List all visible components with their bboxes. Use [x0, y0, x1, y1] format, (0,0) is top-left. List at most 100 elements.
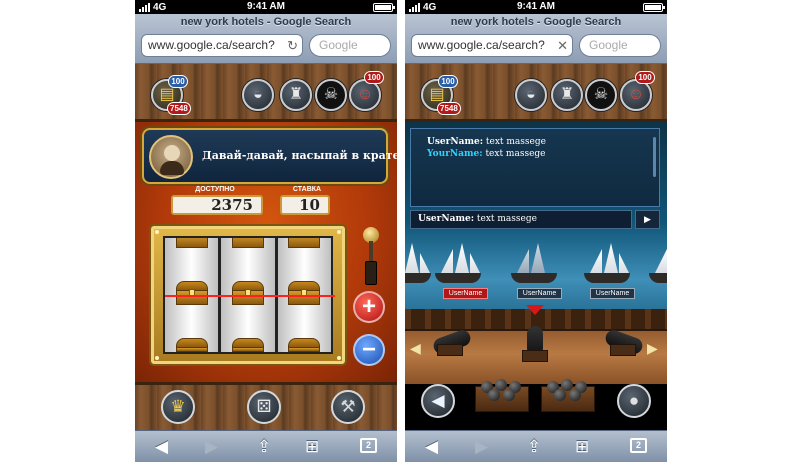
- reload-icon[interactable]: ✕: [557, 35, 568, 56]
- top-hud: ▤ 100 7548 ◒ ♜ ☠ ☺ 100: [135, 64, 397, 122]
- forward-icon[interactable]: ▶: [205, 437, 218, 457]
- tabs-icon[interactable]: 2: [360, 438, 377, 453]
- dialog-text: Давай-давай, насыпай в кратер!: [202, 149, 397, 162]
- page-title: new york hotels - Google Search: [180, 16, 352, 28]
- search-field[interactable]: Google: [579, 34, 661, 57]
- ship-owner-label[interactable]: UserName: [590, 288, 635, 299]
- chat-input-name: UserName:: [418, 214, 475, 224]
- back-arrow-icon[interactable]: ◀: [421, 384, 455, 418]
- game-area: ▤ 100 7548 ◒ ♜ ☠ ☺ 100 Давай-давай, насы…: [135, 64, 397, 430]
- chat-user-name: YourName:: [427, 149, 483, 159]
- clock: 9:41 AM: [517, 1, 555, 12]
- chest-icon: [288, 238, 321, 248]
- chest-icon: [175, 238, 208, 248]
- chest-icon: [175, 281, 208, 305]
- phone-slot-screen: 4G 9:41 AM new york hotels - Google Sear…: [135, 0, 397, 462]
- bookmarks-icon[interactable]: ⊞: [575, 437, 589, 457]
- scroll-right-icon[interactable]: ▶: [647, 340, 658, 357]
- send-button[interactable]: ▶: [635, 210, 660, 229]
- top-hud: ▤ 100 7548 ◒ ♜ ☠ ☺ 100: [405, 64, 667, 122]
- increase-bet-button[interactable]: +: [353, 291, 385, 323]
- available-label: ДОСТУПНО: [195, 186, 235, 193]
- url-field[interactable]: www.google.ca/search? ↻: [141, 34, 303, 57]
- bookmarks-icon[interactable]: ⊞: [305, 437, 319, 457]
- ship-icon[interactable]: [578, 239, 636, 289]
- gold-count-badge: 100: [168, 75, 188, 88]
- available-value: 2375: [171, 195, 263, 215]
- tower-icon[interactable]: ♜: [280, 79, 312, 111]
- safari-toolbar: ◀ ▶ ⇪ ⊞ 2: [405, 430, 667, 462]
- chest-icon: [231, 281, 264, 305]
- chat-scrollbar[interactable]: [653, 137, 656, 177]
- captain-badge: 100: [635, 71, 655, 84]
- npc-dialog: Давай-давай, насыпай в кратер!: [142, 128, 397, 184]
- chat-input[interactable]: UserName: text massege: [410, 210, 632, 229]
- ship-icon[interactable]: [429, 239, 487, 289]
- chest-icon: [231, 338, 264, 352]
- page-title: new york hotels - Google Search: [450, 16, 622, 28]
- safari-toolbar: ◀ ▶ ⇪ ⊞ 2: [135, 430, 397, 462]
- tabs-icon[interactable]: 2: [630, 438, 647, 453]
- jolly-roger-icon[interactable]: ☠: [585, 79, 617, 111]
- decrease-bet-button[interactable]: −: [353, 334, 385, 366]
- coin-count-badge: 7548: [167, 102, 191, 115]
- game-area: ▤ 100 7548 ◒ ♜ ☠ ☺ 100 UserName: text ma…: [405, 64, 667, 430]
- battery-icon: [643, 3, 665, 12]
- bottom-hud: ♛ ⚄ ⚒: [135, 382, 397, 430]
- back-icon[interactable]: ◀: [155, 437, 168, 457]
- cannonballs-icon[interactable]: ●: [617, 384, 651, 418]
- status-bar: 4G 9:41 AM: [135, 0, 397, 14]
- slot-machine: [149, 224, 347, 366]
- reload-icon[interactable]: ↻: [287, 35, 298, 56]
- cannon-carriage: [522, 350, 548, 362]
- npc-portrait: [149, 135, 193, 179]
- ship-owner-label[interactable]: UserName: [443, 288, 488, 299]
- status-bar: 4G 9:41 AM: [405, 0, 667, 14]
- gold-count-badge: 100: [438, 75, 458, 88]
- coin-count-badge: 7548: [437, 102, 461, 115]
- cannonball-crate[interactable]: [541, 379, 595, 412]
- helmet-icon[interactable]: ◒: [242, 79, 274, 111]
- clock: 9:41 AM: [247, 1, 285, 12]
- chat-message: YourName: text massege: [427, 149, 545, 159]
- share-icon[interactable]: ⇪: [527, 437, 541, 457]
- slot-lever[interactable]: [360, 227, 382, 287]
- dice-icon[interactable]: ⚄: [247, 390, 281, 424]
- url-text: www.google.ca/search?: [418, 38, 545, 52]
- tower-icon[interactable]: ♜: [551, 79, 583, 111]
- cannon-carriage: [437, 344, 463, 356]
- chat-input-text: text massege: [476, 214, 537, 224]
- captain-badge: 100: [364, 71, 384, 84]
- forward-icon[interactable]: ▶: [475, 437, 488, 457]
- chat-log[interactable]: UserName: text massege YourName: text ma…: [410, 128, 660, 207]
- cannonball-crate[interactable]: [475, 379, 529, 412]
- phone-chat-screen: 4G 9:41 AM new york hotels - Google Sear…: [405, 0, 667, 462]
- chat-user-name: UserName:: [427, 137, 484, 147]
- browser-bar: new york hotels - Google Search www.goog…: [405, 14, 667, 64]
- hammers-icon[interactable]: ⚒: [331, 390, 365, 424]
- bet-label: СТАВКА: [292, 186, 322, 193]
- battery-icon: [373, 3, 395, 12]
- jolly-roger-icon[interactable]: ☠: [315, 79, 347, 111]
- chest-icon: [288, 281, 321, 305]
- chat-message: UserName: text massege: [427, 137, 546, 147]
- back-icon[interactable]: ◀: [425, 437, 438, 457]
- browser-bar: new york hotels - Google Search www.goog…: [135, 14, 397, 64]
- url-text: www.google.ca/search?: [148, 38, 275, 52]
- chest-icon: [288, 338, 321, 352]
- payline: [165, 295, 335, 297]
- ship-icon[interactable]: [505, 239, 563, 289]
- cannon-carriage: [610, 344, 636, 356]
- chat-text: text massege: [485, 137, 546, 147]
- helmet-icon[interactable]: ◒: [515, 79, 547, 111]
- scroll-left-icon[interactable]: ◀: [410, 340, 421, 357]
- chest-icon: [175, 338, 208, 352]
- chat-text: text massege: [485, 149, 546, 159]
- chest-icon: [231, 238, 264, 248]
- share-icon[interactable]: ⇪: [257, 437, 271, 457]
- crown-icon[interactable]: ♛: [161, 390, 195, 424]
- ship-owner-label[interactable]: UserName: [517, 288, 562, 299]
- search-field[interactable]: Google: [309, 34, 391, 57]
- ship-icon: [643, 239, 667, 289]
- url-field[interactable]: www.google.ca/search? ✕: [411, 34, 573, 57]
